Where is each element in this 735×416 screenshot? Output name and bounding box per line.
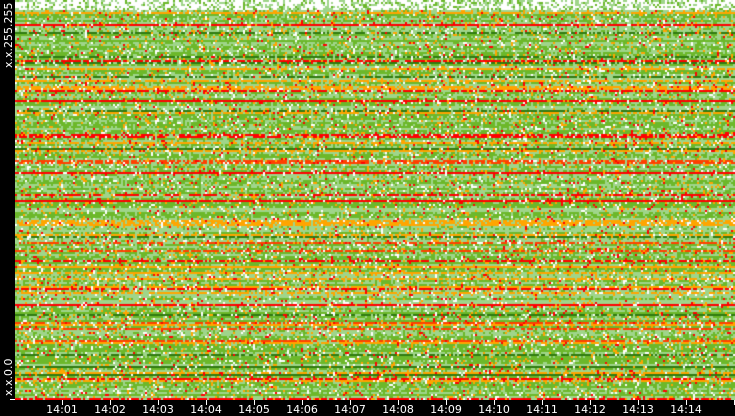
y-label-top: x.x.255.255 [2, 2, 15, 68]
x-tick-label: 14:10 [478, 403, 510, 416]
x-tick-label: 14:03 [142, 403, 174, 416]
x-tick-label: 14:01 [46, 403, 78, 416]
heatmap-canvas [15, 0, 735, 400]
y-label-bottom: x.x.0.0 [2, 358, 15, 396]
x-tick-label: 14:14 [670, 403, 702, 416]
x-tick-label: 14:07 [334, 403, 366, 416]
x-tick-label: 14:05 [238, 403, 270, 416]
x-tick-label: 14:09 [430, 403, 462, 416]
x-tick-label: 14:02 [94, 403, 126, 416]
x-tick-label: 14:12 [574, 403, 606, 416]
y-axis-tick [10, 399, 15, 400]
x-tick-label: 14:06 [286, 403, 318, 416]
x-tick-label: 14:13 [622, 403, 654, 416]
x-tick-label: 14:04 [190, 403, 222, 416]
x-tick-label: 14:11 [526, 403, 558, 416]
x-tick-label: 14:08 [382, 403, 414, 416]
